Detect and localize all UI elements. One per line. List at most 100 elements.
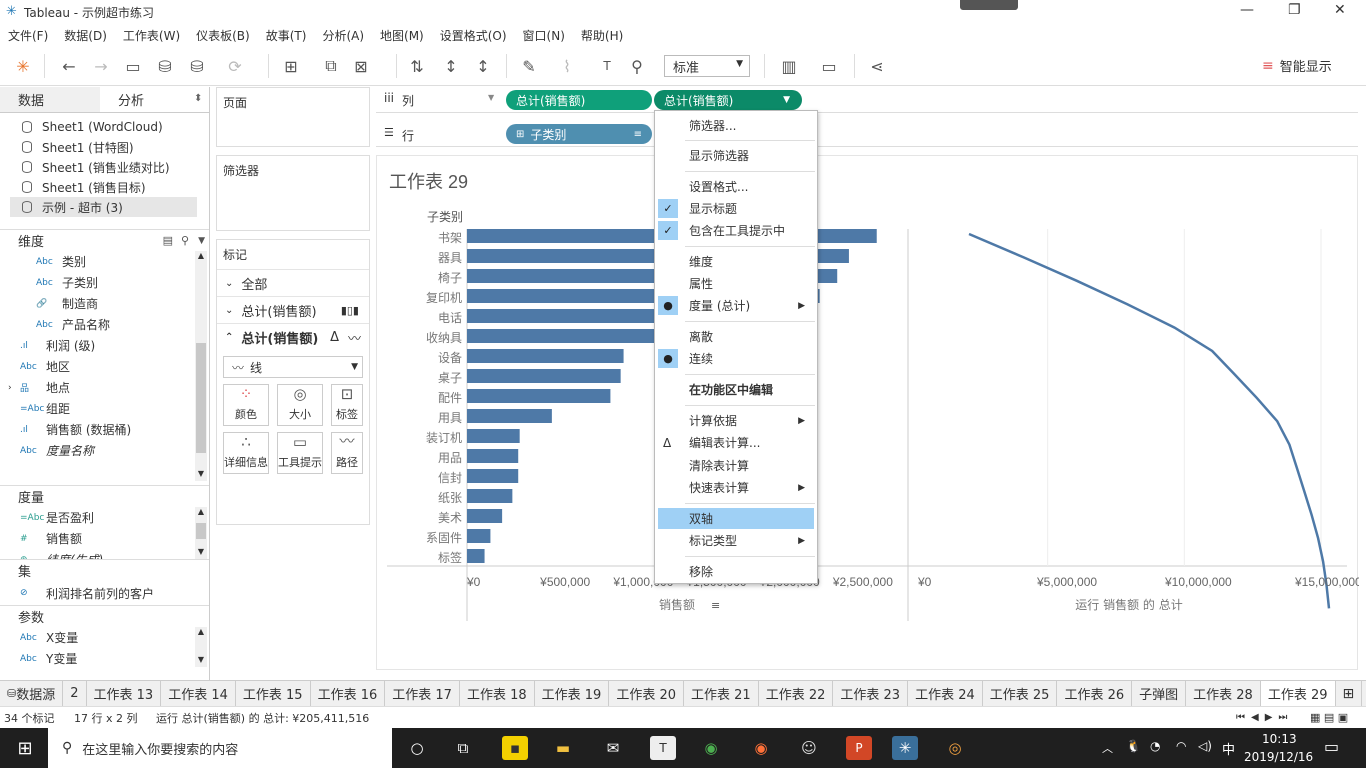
- highlight-icon[interactable]: ✎: [518, 55, 540, 77]
- field-category[interactable]: Abc 类别: [0, 251, 209, 272]
- menu-map[interactable]: 地图(M): [380, 27, 424, 44]
- marks-sum2[interactable]: ⌃ 总计(销售额) Δ 〰: [217, 323, 369, 350]
- field-manufacturer[interactable]: 🔗 制造商: [0, 293, 209, 314]
- menu-item[interactable]: 清除表计算: [655, 455, 817, 476]
- sheet-tab[interactable]: 工作表 17: [385, 680, 460, 707]
- tab-datasource[interactable]: ⛁ 数据源: [0, 680, 64, 707]
- wechat-icon[interactable]: ◔: [1150, 739, 1160, 753]
- menu-item[interactable]: ✓ 包含在工具提示中: [655, 220, 817, 241]
- menu-dashboard[interactable]: 仪表板(B): [196, 27, 250, 44]
- path-button[interactable]: 〰路径: [331, 432, 363, 474]
- color-button[interactable]: ⁘ 颜色: [223, 384, 269, 426]
- sheet-tab[interactable]: 子弹图: [1132, 680, 1187, 707]
- sort-desc-icon[interactable]: ↕: [472, 55, 494, 77]
- sheet-tab[interactable]: 工作表 15: [236, 680, 311, 707]
- new-worksheet-icon[interactable]: ⊞: [280, 55, 302, 77]
- menu-item[interactable]: 双轴: [658, 508, 814, 529]
- field-product-name[interactable]: Abc 产品名称: [0, 314, 209, 335]
- menu-item[interactable]: 设置格式...: [655, 176, 817, 197]
- menu-window[interactable]: 窗口(N): [523, 27, 565, 44]
- scroll-thumb[interactable]: [196, 523, 206, 539]
- field-measure-names[interactable]: Abc 度量名称: [0, 440, 209, 461]
- sheet-tab[interactable]: 工作表 16: [311, 680, 386, 707]
- field-sales-bin[interactable]: .ıl 销售额 (数据桶): [0, 419, 209, 440]
- network-icon[interactable]: ◠: [1176, 739, 1186, 753]
- scroll-up-icon[interactable]: ▲: [195, 507, 207, 519]
- typora-icon[interactable]: T: [650, 736, 676, 760]
- menu-help[interactable]: 帮助(H): [581, 27, 623, 44]
- windows-start-icon[interactable]: ⊞: [12, 736, 38, 760]
- new-datasource-icon[interactable]: ⛁: [154, 55, 176, 77]
- scroll-down-icon[interactable]: ▼: [195, 547, 207, 559]
- column-pill-sales-2[interactable]: 总计(销售额) ▼: [654, 90, 802, 110]
- task-view-icon[interactable]: ⧉: [450, 736, 476, 760]
- size-button[interactable]: ◎ 大小: [277, 384, 323, 426]
- tray-up-icon[interactable]: ︿: [1102, 740, 1113, 756]
- tab-data[interactable]: 数据: [0, 87, 100, 112]
- fit-select[interactable]: 标准 ▼: [664, 55, 750, 77]
- view-list-icon[interactable]: ▤: [163, 234, 173, 247]
- view-mode-icons[interactable]: ▦ ▤ ▣: [1310, 711, 1348, 724]
- dimensions-scrollbar[interactable]: ▲ ▼: [195, 251, 207, 481]
- search-icon[interactable]: ⚲: [181, 234, 189, 247]
- menu-data[interactable]: 数据(D): [64, 27, 107, 44]
- taskbar-search[interactable]: ⚲ 在这里输入你要搜索的内容: [48, 728, 392, 768]
- filters-card[interactable]: 筛选器: [216, 155, 370, 231]
- field-top-customers[interactable]: ⊘ 利润排名前列的客户: [0, 581, 209, 605]
- field-distance[interactable]: =Abc 组距: [0, 398, 209, 419]
- param-x[interactable]: Abc X变量: [0, 627, 209, 648]
- minimize-button[interactable]: —: [1240, 2, 1254, 18]
- volume-icon[interactable]: ◁): [1198, 739, 1212, 753]
- column-pill-sales-1[interactable]: 总计(销售额): [506, 90, 652, 110]
- field-region[interactable]: Abc 地区: [0, 356, 209, 377]
- sheet-tab[interactable]: 工作表 14: [161, 680, 236, 707]
- menu-format[interactable]: 设置格式(O): [440, 27, 507, 44]
- clear-sheet-icon[interactable]: ⊠: [350, 55, 372, 77]
- datasource-item[interactable]: Sheet1 (销售业绩对比): [0, 157, 209, 177]
- field-location[interactable]: › 品 地点: [0, 377, 209, 398]
- sheet-nav-icons[interactable]: ⏮◀▶⏭: [1236, 712, 1293, 723]
- menu-item[interactable]: 快速表计算 ▶: [655, 477, 817, 498]
- field-profit-bin[interactable]: .ıl 利润 (级): [0, 335, 209, 356]
- scroll-down-icon[interactable]: ▼: [195, 655, 207, 667]
- menu-item[interactable]: Δ 编辑表计算...: [655, 432, 817, 453]
- sheet-tab[interactable]: 工作表 23: [833, 680, 909, 707]
- params-scrollbar[interactable]: ▲ ▼: [195, 627, 207, 667]
- sheet-tab[interactable]: 工作表 28: [1186, 680, 1261, 707]
- sheet-tab[interactable]: 工作表 24: [908, 680, 983, 707]
- scroll-thumb[interactable]: [196, 343, 206, 453]
- scroll-up-icon[interactable]: ▲: [195, 251, 207, 263]
- menu-item[interactable]: 标记类型 ▶: [655, 530, 817, 551]
- sheet-tab[interactable]: 工作表 22: [759, 680, 834, 707]
- restore-button[interactable]: ❐: [1288, 2, 1301, 18]
- menu-item[interactable]: ● 度量 (总计) ▶: [655, 295, 817, 316]
- tableau-task-icon[interactable]: ✳: [892, 736, 918, 760]
- share-icon[interactable]: ⋖: [866, 55, 888, 77]
- tab-analysis[interactable]: 分析: [100, 87, 200, 112]
- scroll-down-icon[interactable]: ▼: [195, 469, 207, 481]
- label-button[interactable]: ⊡ 标签: [331, 384, 363, 426]
- mail-icon[interactable]: ✉: [600, 736, 626, 760]
- sheet-tab[interactable]: 工作表 19: [535, 680, 610, 707]
- param-y[interactable]: Abc Y变量: [0, 648, 209, 667]
- show-cards-icon[interactable]: ▥: [778, 55, 800, 77]
- tableau-home-icon[interactable]: ✳: [12, 55, 34, 77]
- app-avatar-icon[interactable]: ☺: [796, 736, 822, 760]
- sheet-tab[interactable]: 2: [63, 680, 87, 707]
- datasource-item[interactable]: Sheet1 (WordCloud): [0, 117, 209, 137]
- menu-item[interactable]: 离散: [655, 326, 817, 347]
- qq-icon[interactable]: 🐧: [1126, 739, 1141, 753]
- menu-item[interactable]: 属性: [655, 273, 817, 294]
- sheet-tab[interactable]: 工作表 25: [983, 680, 1058, 707]
- clock-date[interactable]: 2019/12/16: [1244, 750, 1313, 764]
- sheet-tab[interactable]: 工作表 20: [609, 680, 685, 707]
- mark-type-select[interactable]: 〰线 ▼: [223, 356, 363, 378]
- menu-item[interactable]: 维度: [655, 251, 817, 272]
- row-pill-subcategory[interactable]: ⊞ 子类别 ≡: [506, 124, 652, 144]
- menu-item[interactable]: 筛选器...: [655, 115, 817, 136]
- menu-item[interactable]: ✓ 显示标题: [655, 198, 817, 219]
- ime-indicator[interactable]: 中: [1222, 739, 1235, 758]
- presentation-icon[interactable]: ▭: [818, 55, 840, 77]
- duplicate-sheet-icon[interactable]: ⧉: [320, 55, 342, 77]
- menu-item[interactable]: 显示筛选器: [655, 145, 817, 166]
